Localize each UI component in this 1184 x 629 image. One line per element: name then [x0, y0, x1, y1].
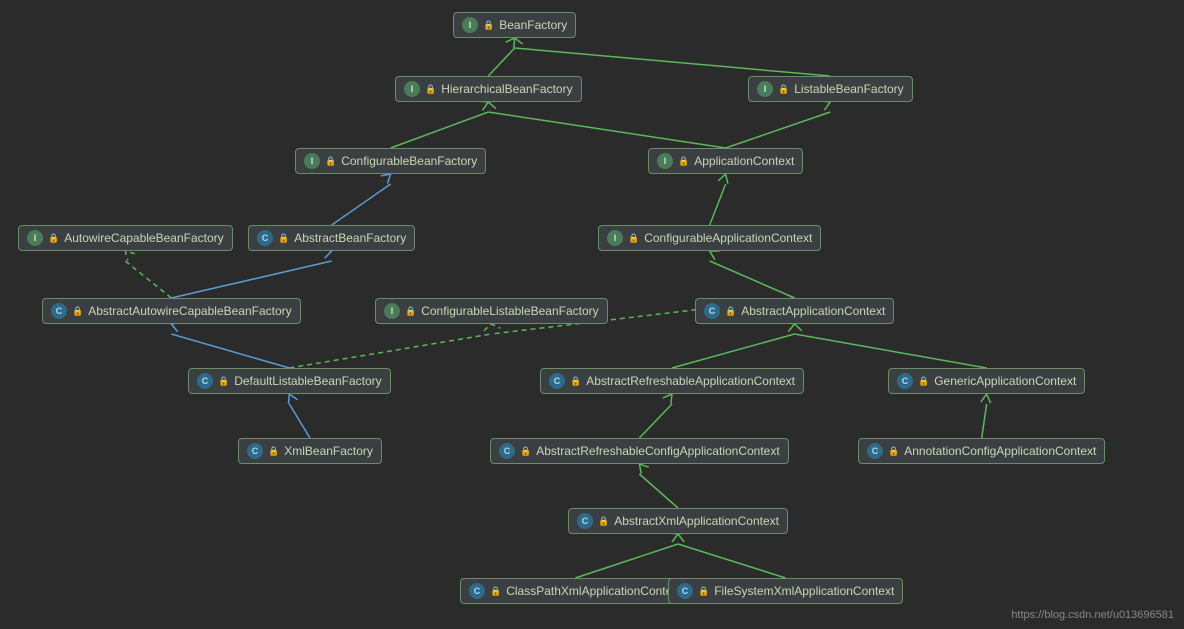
node-abstractbeanfactory: C 🔒 AbstractBeanFactory — [248, 225, 415, 251]
node-annotationconfigapplicationcontext: C 🔒 AnnotationConfigApplicationContext — [858, 438, 1105, 464]
node-label: AbstractRefreshableConfigApplicationCont… — [536, 444, 779, 458]
class-icon: C — [469, 583, 485, 599]
lock-icon: 🔒 — [678, 156, 689, 167]
node-label: ClassPathXmlApplicationContext — [506, 584, 681, 598]
node-label: AnnotationConfigApplicationContext — [904, 444, 1096, 458]
node-classpathxmlapplicationcontext: C 🔒 ClassPathXmlApplicationContext — [460, 578, 691, 604]
lock-icon: 🔒 — [888, 446, 899, 457]
node-configurablebeanfactory: I 🔒 ConfigurableBeanFactory — [295, 148, 486, 174]
lock-icon: 🔒 — [778, 84, 789, 95]
node-label: GenericApplicationContext — [934, 374, 1076, 388]
class-icon: C — [549, 373, 565, 389]
lock-icon: 🔒 — [268, 446, 279, 457]
class-icon: C — [677, 583, 693, 599]
class-icon: C — [867, 443, 883, 459]
lock-icon: 🔒 — [72, 306, 83, 317]
node-label: FileSystemXmlApplicationContext — [714, 584, 894, 598]
interface-icon: I — [404, 81, 420, 97]
lock-icon: 🔒 — [725, 306, 736, 317]
node-xmlbeanfactory: C 🔒 XmlBeanFactory — [238, 438, 382, 464]
node-label: BeanFactory — [499, 18, 567, 32]
node-label: AutowireCapableBeanFactory — [64, 231, 223, 245]
node-label: XmlBeanFactory — [284, 444, 373, 458]
interface-icon: I — [757, 81, 773, 97]
node-label: ConfigurableListableBeanFactory — [421, 304, 598, 318]
node-abstractapplicationcontext: C 🔒 AbstractApplicationContext — [695, 298, 894, 324]
interface-icon: I — [462, 17, 478, 33]
node-configurableapplicationcontext: I 🔒 ConfigurableApplicationContext — [598, 225, 821, 251]
node-label: ConfigurableBeanFactory — [341, 154, 477, 168]
class-icon: C — [247, 443, 263, 459]
node-beanfactory: I 🔒 BeanFactory — [453, 12, 576, 38]
lock-icon: 🔒 — [570, 376, 581, 387]
lock-icon: 🔒 — [520, 446, 531, 457]
lock-icon: 🔒 — [483, 20, 494, 31]
interface-icon: I — [607, 230, 623, 246]
class-icon: C — [704, 303, 720, 319]
node-defaultlistablebeanfactory: C 🔒 DefaultListableBeanFactory — [188, 368, 391, 394]
lock-icon: 🔒 — [405, 306, 416, 317]
node-label: ConfigurableApplicationContext — [644, 231, 812, 245]
lock-icon: 🔒 — [48, 233, 59, 244]
node-label: AbstractAutowireCapableBeanFactory — [88, 304, 291, 318]
class-icon: C — [51, 303, 67, 319]
lock-icon: 🔒 — [490, 586, 501, 597]
node-label: DefaultListableBeanFactory — [234, 374, 381, 388]
node-hierarchicalbeanfactory: I 🔒 HierarchicalBeanFactory — [395, 76, 582, 102]
class-icon: C — [197, 373, 213, 389]
node-abstractrefreshableconfigapplicationcontext: C 🔒 AbstractRefreshableConfigApplicationCo… — [490, 438, 789, 464]
class-icon: C — [499, 443, 515, 459]
node-abstractrefreshableapplicationcontext: C 🔒 AbstractRefreshableApplicationContext — [540, 368, 804, 394]
node-abstractxmlapplicationcontext: C 🔒 AbstractXmlApplicationContext — [568, 508, 788, 534]
node-label: AbstractApplicationContext — [741, 304, 885, 318]
node-configurablelistablebeanfactory: I 🔒 ConfigurableListableBeanFactory — [375, 298, 608, 324]
class-icon: C — [897, 373, 913, 389]
node-label: ApplicationContext — [694, 154, 794, 168]
watermark: https://blog.csdn.net/u013696581 — [1011, 609, 1174, 621]
class-icon: C — [577, 513, 593, 529]
interface-icon: I — [657, 153, 673, 169]
node-label: HierarchicalBeanFactory — [441, 82, 572, 96]
lock-icon: 🔒 — [425, 84, 436, 95]
node-label: AbstractBeanFactory — [294, 231, 406, 245]
interface-icon: I — [304, 153, 320, 169]
node-label: AbstractXmlApplicationContext — [614, 514, 779, 528]
node-genericapplicationcontext: C 🔒 GenericApplicationContext — [888, 368, 1085, 394]
lock-icon: 🔒 — [218, 376, 229, 387]
lock-icon: 🔒 — [628, 233, 639, 244]
lock-icon: 🔒 — [698, 586, 709, 597]
interface-icon: I — [384, 303, 400, 319]
diagram-container: I 🔒 BeanFactory I 🔒 HierarchicalBeanFactory I 🔒… — [0, 0, 1184, 629]
node-autowirecapablebeanfactory: I 🔒 AutowireCapableBeanFactory — [18, 225, 233, 251]
node-listablebeanfactory: I 🔒 ListableBeanFactory — [748, 76, 913, 102]
lock-icon: 🔒 — [598, 516, 609, 527]
lock-icon: 🔒 — [278, 233, 289, 244]
node-abstractautowirecapablebeanfactory: C 🔒 AbstractAutowireCapableBeanFactory — [42, 298, 301, 324]
lock-icon: 🔒 — [325, 156, 336, 167]
lock-icon: 🔒 — [918, 376, 929, 387]
node-filesystemxmlapplicationcontext: C 🔒 FileSystemXmlApplicationContext — [668, 578, 903, 604]
node-label: AbstractRefreshableApplicationContext — [586, 374, 795, 388]
node-label: ListableBeanFactory — [794, 82, 903, 96]
interface-icon: I — [27, 230, 43, 246]
node-applicationcontext: I 🔒 ApplicationContext — [648, 148, 803, 174]
class-icon: C — [257, 230, 273, 246]
